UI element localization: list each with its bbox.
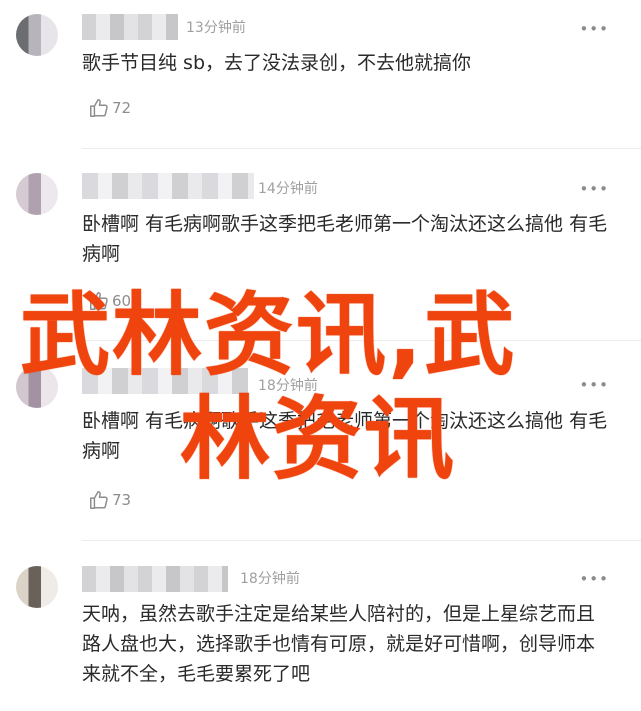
- like-button[interactable]: 60: [88, 290, 131, 312]
- avatar[interactable]: [16, 14, 58, 56]
- thumbs-up-icon: [90, 292, 108, 310]
- more-options-icon[interactable]: •••: [579, 22, 609, 37]
- more-options-icon[interactable]: •••: [579, 572, 609, 587]
- comment-time: 14分钟前: [258, 181, 318, 197]
- nickname-blurred[interactable]: [82, 14, 178, 40]
- nickname-blurred[interactable]: [82, 368, 248, 394]
- avatar[interactable]: [16, 366, 58, 408]
- like-count: 73: [112, 491, 132, 509]
- divider: [82, 540, 641, 541]
- thumbs-up-icon: [90, 491, 108, 509]
- nickname-blurred[interactable]: [82, 566, 228, 592]
- comment-text: 天呐，虽然去歌手注定是给某些人陪衬的，但是上星综艺而且路人盘也大，选择歌手也情有…: [82, 603, 596, 685]
- divider: [82, 148, 641, 149]
- more-options-icon[interactable]: •••: [579, 378, 609, 393]
- comment-text: 卧槽啊 有毛病啊歌手这季把毛老师第一个淘汰还这么搞他 有毛病啊: [82, 410, 608, 462]
- thumbs-up-icon: [90, 99, 108, 117]
- nickname-blurred[interactable]: [82, 173, 254, 199]
- like-count: 60: [112, 292, 132, 310]
- comment-time: 18分钟前: [240, 571, 300, 587]
- comment-time: 13分钟前: [186, 20, 246, 36]
- avatar[interactable]: [16, 566, 58, 608]
- divider: [82, 340, 641, 341]
- comment-text: 卧槽啊 有毛病啊歌手这季把毛老师第一个淘汰还这么搞他 有毛病啊: [82, 213, 608, 265]
- comment-time: 18分钟前: [258, 378, 318, 394]
- avatar[interactable]: [16, 173, 58, 215]
- like-count: 72: [112, 99, 132, 117]
- like-button[interactable]: 72: [88, 97, 131, 119]
- more-options-icon[interactable]: •••: [579, 182, 609, 197]
- comment-text: 歌手节目纯 sb，去了没法录创，不去他就搞你: [82, 52, 472, 74]
- like-button[interactable]: 73: [88, 489, 131, 511]
